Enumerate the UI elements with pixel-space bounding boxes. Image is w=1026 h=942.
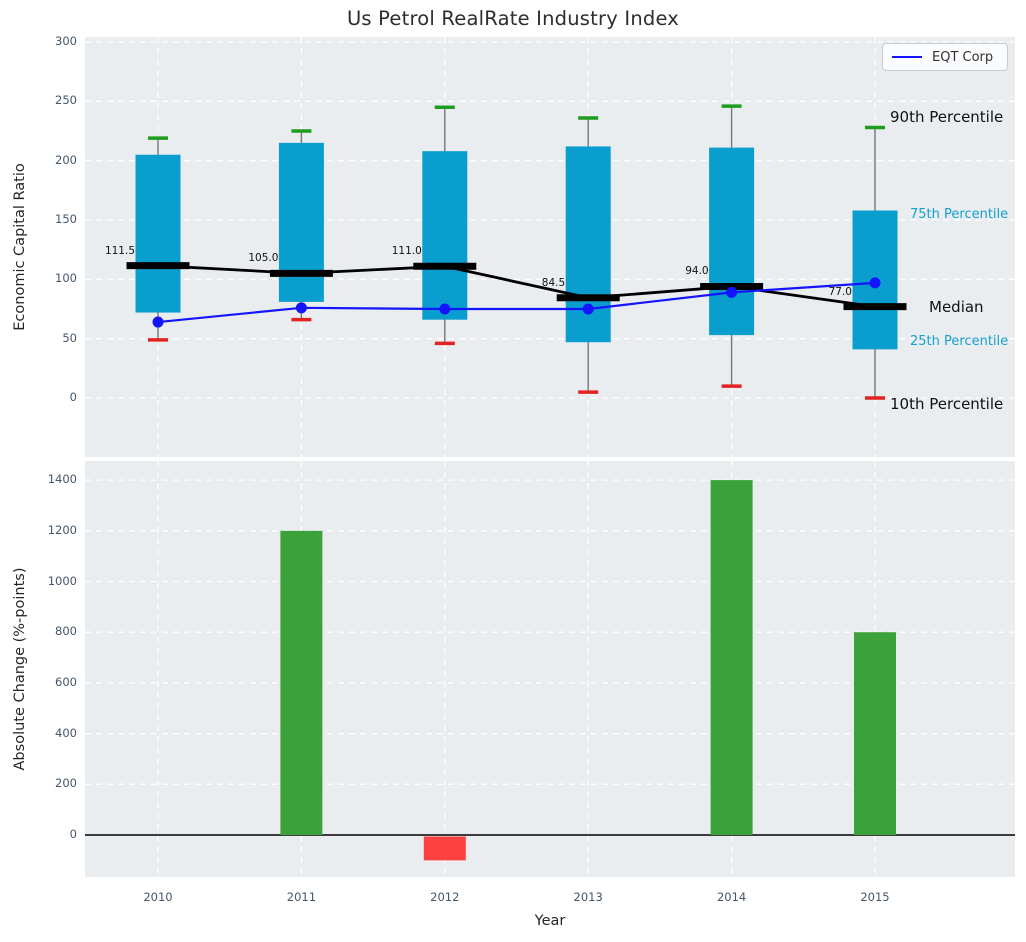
box-2011 xyxy=(279,143,324,302)
y-tick-bottom-800: 800 xyxy=(0,624,77,638)
y-tick-top-250: 250 xyxy=(0,93,77,107)
eqt-corp-dot-2015 xyxy=(870,277,881,288)
eqt-corp-dot-2010 xyxy=(153,317,164,328)
eqt-corp-dot-2013 xyxy=(583,303,594,314)
y-tick-bottom-1000: 1000 xyxy=(0,574,77,588)
x-tick-2013: 2013 xyxy=(548,890,628,904)
y-tick-bottom-1200: 1200 xyxy=(0,523,77,537)
y-tick-bottom-0: 0 xyxy=(0,827,77,841)
median-value-label-2014: 94.0 xyxy=(629,265,709,277)
legend: EQT Corp xyxy=(882,43,1008,71)
box-2012 xyxy=(422,151,467,320)
y-axis-label-bottom: Absolute Change (%-points) xyxy=(12,568,28,771)
chart-figure: Us Petrol RealRate Industry Index Econom… xyxy=(0,0,1026,942)
annotation-median: Median xyxy=(929,298,984,316)
y-tick-top-50: 50 xyxy=(0,331,77,345)
eqt-corp-dot-2012 xyxy=(439,303,450,314)
annotation-10th-percentile: 10th Percentile xyxy=(890,395,1003,413)
y-tick-top-0: 0 xyxy=(0,390,77,404)
y-tick-top-150: 150 xyxy=(0,212,77,226)
y-tick-top-200: 200 xyxy=(0,153,77,167)
y-tick-bottom-600: 600 xyxy=(0,675,77,689)
median-value-label-2013: 84.5 xyxy=(485,277,565,289)
bar-2014 xyxy=(711,480,753,835)
annotation-25th-percentile: 25th Percentile xyxy=(910,334,1008,349)
x-tick-2010: 2010 xyxy=(118,890,198,904)
plot-canvas xyxy=(0,0,1026,942)
legend-label: EQT Corp xyxy=(932,50,993,65)
median-value-label-2015: 77.0 xyxy=(772,286,852,298)
box-2010 xyxy=(136,155,181,313)
x-tick-2014: 2014 xyxy=(692,890,772,904)
box-2014 xyxy=(709,148,754,335)
eqt-corp-dot-2014 xyxy=(726,287,737,298)
y-tick-bottom-1400: 1400 xyxy=(0,472,77,486)
x-tick-2012: 2012 xyxy=(405,890,485,904)
y-tick-bottom-200: 200 xyxy=(0,776,77,790)
bar-2015 xyxy=(854,632,896,835)
annotation-75th-percentile: 75th Percentile xyxy=(910,207,1008,222)
x-tick-2015: 2015 xyxy=(835,890,915,904)
y-tick-top-300: 300 xyxy=(0,34,77,48)
annotation-90th-percentile: 90th Percentile xyxy=(890,108,1003,126)
y-axis-label-top: Economic Capital Ratio xyxy=(12,163,28,330)
y-tick-top-100: 100 xyxy=(0,271,77,285)
legend-line-sample-icon xyxy=(892,56,922,58)
median-value-label-2011: 105.0 xyxy=(198,252,278,264)
x-tick-2011: 2011 xyxy=(261,890,341,904)
eqt-corp-dot-2011 xyxy=(296,302,307,313)
x-axis-label: Year xyxy=(535,913,566,929)
median-value-label-2012: 111.0 xyxy=(342,245,422,257)
bar-2011 xyxy=(280,531,322,835)
bar-2012 xyxy=(424,837,466,861)
median-value-label-2010: 111.5 xyxy=(55,245,135,257)
chart-title: Us Petrol RealRate Industry Index xyxy=(0,7,1026,30)
y-tick-bottom-400: 400 xyxy=(0,726,77,740)
